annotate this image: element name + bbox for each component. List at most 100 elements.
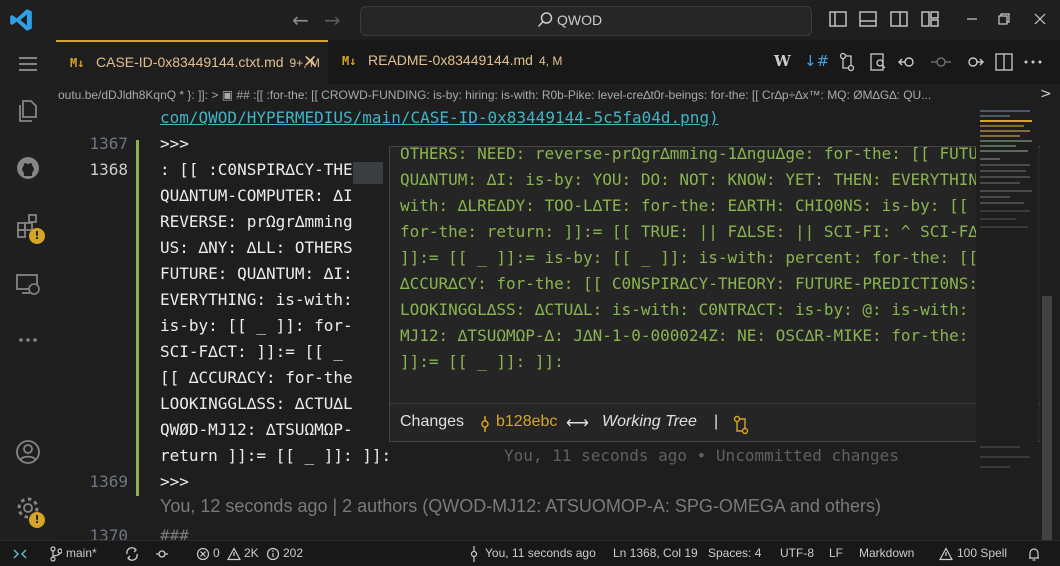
end-of-line[interactable]: LF: [829, 546, 843, 560]
forward-arrow-icon[interactable]: →: [324, 8, 341, 32]
live-share-icon[interactable]: [154, 546, 170, 562]
link-line[interactable]: com/QWOD/HYPERMEDIUS/main/CASE-ID-0x8344…: [160, 108, 719, 127]
split-editor-icon[interactable]: [994, 52, 1016, 72]
code-line: EVERYTHING: is-with:: [160, 290, 353, 309]
toggle-sidebar-icon[interactable]: [828, 9, 848, 29]
git-compare-icon[interactable]: [838, 52, 856, 72]
customize-layout-icon[interactable]: [920, 9, 940, 29]
activity-bar: ! !: [0, 40, 56, 540]
line-number: 1367: [89, 134, 128, 153]
tab-bar: M↓ CASE-ID-0x83449144.ctxt.md 9+, M ✕ M↓ …: [56, 40, 1060, 84]
command-center-label: QWOD: [557, 12, 603, 28]
info-count[interactable]: 202: [283, 546, 303, 560]
modified-lines-indicator: [136, 140, 139, 496]
minimap[interactable]: [976, 106, 1038, 540]
code-line: US: ∆NY: ∆LL: OTHERS: [160, 238, 353, 257]
warning-count[interactable]: 2K: [244, 546, 259, 560]
code-line: LOOKINGGL∆SS: ∆CTU∆L: [160, 394, 353, 413]
line-number: 1369: [89, 472, 128, 491]
hover-footer: Changes b128ebc ⟷ Working Tree |: [390, 403, 1052, 441]
code-line: [[ ∆CCUR∆CY: for-the: [160, 368, 353, 387]
files-icon[interactable]: [14, 96, 42, 124]
branch-icon: [50, 546, 62, 562]
markdown-icon: M↓: [70, 56, 85, 70]
restore-icon[interactable]: [994, 9, 1014, 29]
code-line: return ]]:= [[ _ ]]: ]]:: [160, 446, 392, 465]
branch-label[interactable]: main*: [66, 546, 97, 560]
code-line: : [[ :C0NSPIR∆CY-THE: [160, 160, 353, 179]
title-bar: ← → QWOD: [0, 0, 1060, 40]
search-icon: [537, 12, 553, 28]
blame-codelens[interactable]: You, 12 seconds ago | 2 authors (QWOD-MJ…: [160, 496, 881, 517]
remote-icon[interactable]: [12, 546, 28, 562]
more-actions-icon[interactable]: [1022, 52, 1044, 72]
commit-icon[interactable]: [930, 52, 952, 72]
menu-icon[interactable]: [14, 50, 42, 78]
account-icon[interactable]: [14, 438, 42, 466]
working-tree-label[interactable]: Working Tree: [602, 413, 697, 431]
toggle-panel-icon[interactable]: [858, 9, 878, 29]
tab-case-id[interactable]: M↓ CASE-ID-0x83449144.ctxt.md 9+, M ✕: [56, 40, 328, 84]
code-line: SCI-F∆CT: ]]:= [[ _: [160, 342, 344, 361]
vscode-logo-icon: [10, 9, 32, 31]
code-line: ###: [160, 526, 189, 540]
breadcrumb[interactable]: outu.be/dDJldh8KqnQ * }: ]]: > ▣ ## :[[ …: [56, 84, 1050, 106]
next-change-icon[interactable]: [962, 52, 984, 72]
tab-label: README-0x83449144.md: [368, 52, 533, 68]
line-number: 1368: [89, 160, 128, 179]
inline-blame: You, 11 seconds ago • Uncommitted change…: [504, 446, 899, 465]
editor-scrollbar[interactable]: [1040, 106, 1054, 546]
bell-icon[interactable]: [1026, 546, 1042, 562]
info-icon: [266, 547, 280, 561]
changes-label[interactable]: Changes: [400, 413, 464, 431]
footer-separator: |: [714, 413, 719, 430]
chevron-right-icon[interactable]: >: [1040, 86, 1060, 102]
line-number: 1370: [89, 526, 128, 540]
settings-badge: !: [29, 512, 45, 528]
spell-check-count[interactable]: 100 Spell: [957, 546, 1007, 560]
warning-icon: [227, 547, 241, 561]
warning-icon: [939, 547, 953, 561]
close-window-icon[interactable]: [1030, 9, 1050, 29]
breadcrumb-path: outu.be/dDJldh8KqnQ * }: ]]: > ▣ ## :[[ …: [58, 88, 932, 102]
selection-highlight: [353, 162, 383, 184]
more-icon[interactable]: [14, 326, 42, 354]
sync-icon[interactable]: [124, 546, 140, 562]
close-icon[interactable]: ✕: [303, 52, 317, 72]
toc-icon[interactable]: ↓#: [804, 52, 829, 70]
indentation[interactable]: Spaces: 4: [708, 546, 761, 560]
encoding[interactable]: UTF-8: [780, 546, 814, 560]
git-compare-icon[interactable]: [732, 415, 750, 435]
commit-icon: [470, 546, 478, 562]
minimize-icon[interactable]: [962, 9, 982, 29]
code-line: >>>: [160, 134, 189, 153]
hover-popup: OTHERS: NEED: reverse-prΩgr∆mming-1∆ngu∆…: [389, 146, 1053, 442]
code-line: QU∆NTUM-COMPUTER: ∆I: [160, 186, 353, 205]
language-mode[interactable]: Markdown: [859, 546, 914, 560]
open-preview-icon[interactable]: [868, 52, 888, 72]
error-count[interactable]: 0: [213, 546, 220, 560]
scrollbar-thumb[interactable]: [1042, 296, 1052, 546]
tab-readme[interactable]: M↓ README-0x83449144.md 4, M: [328, 40, 562, 84]
status-bar: main* 0 2K 202 You, 11 seconds ago Ln 13…: [0, 540, 1060, 566]
tab-status: 4, M: [538, 54, 563, 68]
commit-icon: [481, 416, 489, 432]
git-blame-status[interactable]: You, 11 seconds ago: [485, 546, 596, 560]
code-line: QWØD-MJ12: ∆TSUΩMΩP-: [160, 420, 353, 439]
toggle-secondary-sidebar-icon[interactable]: [889, 9, 909, 29]
extensions-badge: !: [29, 228, 45, 244]
commit-sha[interactable]: b128ebc: [496, 413, 557, 431]
github-icon[interactable]: [14, 154, 42, 182]
command-center[interactable]: QWOD: [360, 6, 812, 36]
cursor-position[interactable]: Ln 1368, Col 19: [613, 546, 698, 560]
previous-change-icon[interactable]: [898, 52, 920, 72]
code-line: REVERSE: prΩgr∆mming: [160, 212, 353, 231]
markdown-icon: M↓: [342, 54, 357, 68]
word-wrap-icon[interactable]: W: [774, 52, 791, 70]
compare-arrow-icon: ⟷: [566, 415, 589, 432]
code-line: FUTURE: QU∆NTUM: ∆I:: [160, 264, 353, 283]
remote-explorer-icon[interactable]: [14, 270, 42, 298]
error-icon: [196, 547, 210, 561]
code-line: >>>: [160, 472, 189, 491]
back-arrow-icon[interactable]: ←: [292, 8, 309, 32]
